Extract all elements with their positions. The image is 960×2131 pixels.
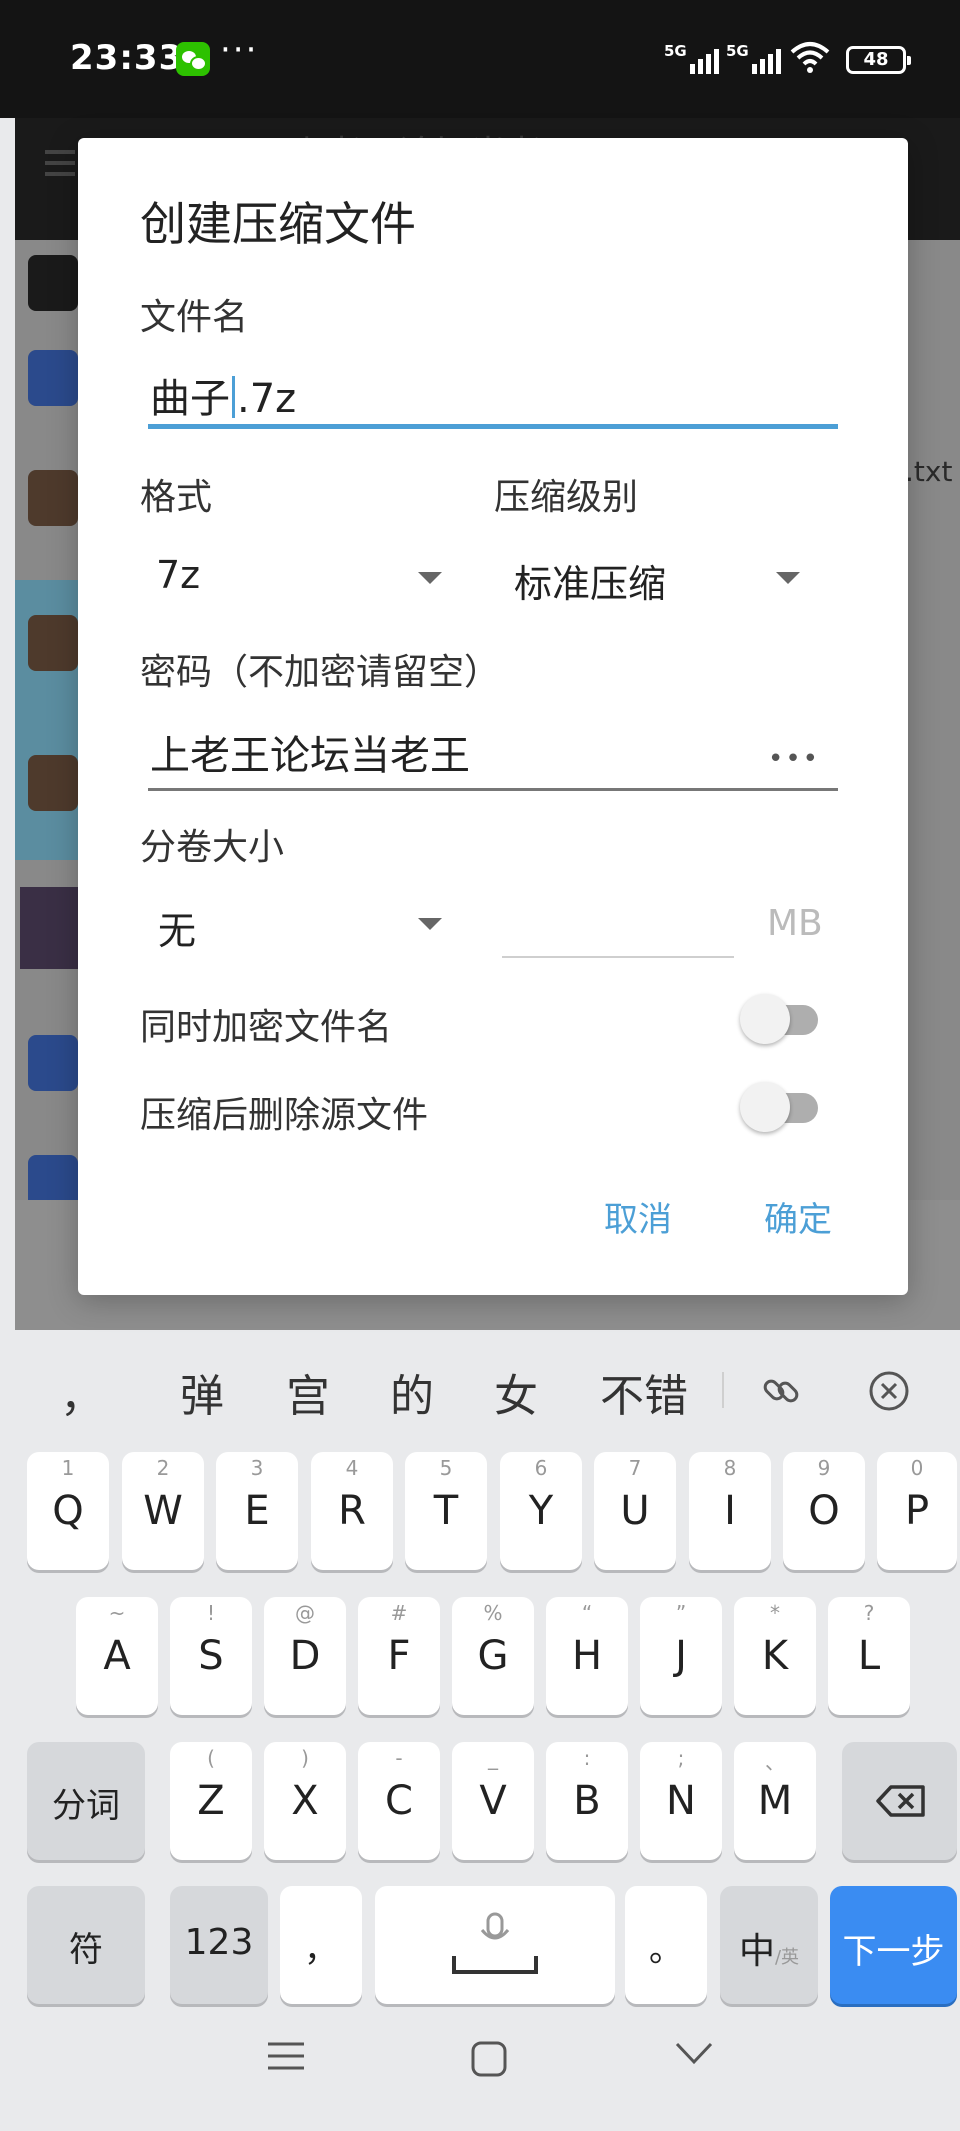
fenci-key[interactable]: 分词 (27, 1742, 145, 1860)
encrypt-filenames-toggle[interactable] (740, 994, 820, 1044)
key-x[interactable]: ) X (264, 1742, 346, 1860)
key-y[interactable]: 6Y (500, 1452, 582, 1570)
filename-input[interactable]: 曲子 .7z (150, 366, 296, 424)
format-select[interactable]: 7z (156, 553, 200, 597)
status-bar: 23:33 ··· 5G 5G 48 (0, 0, 960, 118)
key-j[interactable]: ” J (640, 1597, 722, 1715)
key-r[interactable]: 4R (311, 1452, 393, 1570)
level-dropdown-icon[interactable] (776, 572, 800, 584)
next-step-key[interactable]: 下一步 (830, 1886, 957, 2004)
candidate-separator (722, 1372, 724, 1408)
key-d[interactable]: @ D (264, 1597, 346, 1715)
split-size-label: 分卷大小 (140, 827, 285, 868)
password-underline (148, 788, 838, 791)
link-icon[interactable] (758, 1368, 804, 1414)
candidate-word[interactable]: 的 (390, 1360, 434, 1424)
filename-text-after-cursor: .7z (237, 376, 297, 422)
image-thumbnail (20, 887, 78, 969)
compression-level-select[interactable]: 标准压缩 (514, 553, 666, 608)
delete-source-label: 压缩后删除源文件 (140, 1095, 429, 1136)
format-dropdown-icon[interactable] (418, 572, 442, 584)
key-u[interactable]: 7U (594, 1452, 676, 1570)
key-h[interactable]: “H (546, 1597, 628, 1715)
key-e[interactable]: 3E (216, 1452, 298, 1570)
key-f[interactable]: # F (358, 1597, 440, 1715)
confirm-button[interactable]: 确定 (764, 1192, 832, 1241)
format-label: 格式 (140, 477, 213, 518)
key-k[interactable]: * K (734, 1597, 816, 1715)
cellular-signal-1-icon: 5G (664, 42, 726, 74)
filename-text-before-cursor: 曲子 (150, 376, 230, 422)
split-size-unit: MB (767, 903, 823, 944)
key-b[interactable]: :B (546, 1742, 628, 1860)
language-switch-key[interactable]: 中/英 (720, 1886, 818, 2004)
archive-icon (28, 470, 78, 526)
recents-menu-icon[interactable] (266, 2040, 306, 2076)
folder-icon (28, 255, 78, 311)
key-a[interactable]: ~ A (76, 1597, 158, 1715)
key-s[interactable]: ! S (170, 1597, 252, 1715)
candidate-word[interactable]: 不错 (600, 1360, 688, 1424)
key-p[interactable]: 0P (877, 1452, 957, 1570)
wechat-notification-icon (176, 42, 210, 76)
key-z[interactable]: (Z (170, 1742, 252, 1860)
close-candidates-icon[interactable] (866, 1368, 912, 1414)
document-icon (28, 350, 78, 406)
candidate-word[interactable]: 弹 (180, 1360, 224, 1424)
password-label: 密码（不加密请留空） (140, 652, 501, 693)
text-cursor (232, 376, 235, 418)
key-g[interactable]: % G (452, 1597, 534, 1715)
background-file-extension: .txt (905, 455, 953, 488)
key-q[interactable]: 1Q (27, 1452, 109, 1570)
battery-icon: 48 (846, 46, 911, 74)
backspace-icon (876, 1785, 925, 1817)
archive-icon (28, 755, 78, 811)
menu-icon (45, 150, 75, 180)
key-o[interactable]: 9O (783, 1452, 865, 1570)
dialog-title: 创建压缩文件 (140, 197, 416, 251)
key-t[interactable]: 5T (405, 1452, 487, 1570)
status-more-icon: ··· (220, 30, 259, 70)
key-m[interactable]: 、 M (734, 1742, 816, 1860)
lang-sub-label: /英 (774, 1947, 800, 1968)
encrypt-filenames-label: 同时加密文件名 (140, 1007, 393, 1048)
wifi-icon (790, 42, 830, 73)
archive-icon (28, 615, 78, 671)
password-visibility-icon[interactable]: ••• (768, 744, 820, 774)
microphone-icon (452, 1912, 538, 1974)
split-dropdown-icon[interactable] (418, 918, 442, 930)
key-l[interactable]: ? L (828, 1597, 910, 1715)
cellular-signal-2-icon: 5G (726, 42, 788, 74)
back-icon[interactable] (674, 2040, 714, 2072)
home-icon[interactable] (470, 2040, 508, 2082)
backspace-key[interactable] (842, 1742, 957, 1860)
period-key[interactable]: 。 (625, 1886, 707, 2004)
filename-label: 文件名 (140, 297, 249, 338)
key-v[interactable]: _ V (452, 1742, 534, 1860)
document-icon (28, 1035, 78, 1091)
candidate-word[interactable]: 宫 (286, 1360, 330, 1424)
network-type-1: 5G (664, 42, 687, 60)
split-size-input[interactable] (502, 956, 734, 958)
create-archive-dialog: 创建压缩文件 文件名 曲子 .7z 格式 压缩级别 7z 标准压缩 密码（不加密请… (78, 138, 908, 1295)
candidate-word[interactable]: 女 (494, 1360, 538, 1424)
filename-underline (148, 424, 838, 429)
numbers-key[interactable]: 123 (170, 1886, 268, 2004)
symbols-key[interactable]: 符 (27, 1886, 145, 2004)
status-time: 23:33 (70, 38, 184, 78)
password-input[interactable]: 上老王论坛当老王 (150, 723, 470, 781)
cancel-button[interactable]: 取消 (604, 1192, 672, 1241)
key-n[interactable]: ; N (640, 1742, 722, 1860)
compression-level-label: 压缩级别 (494, 477, 639, 518)
network-type-2: 5G (726, 42, 749, 60)
lang-main-label: 中 (738, 1931, 775, 1972)
key-w[interactable]: 2W (122, 1452, 204, 1570)
comma-key[interactable]: ， (280, 1886, 362, 2004)
space-key[interactable] (375, 1886, 615, 2004)
split-size-select[interactable]: 无 (158, 900, 196, 955)
candidate-comma[interactable]: ， (60, 1360, 104, 1424)
key-i[interactable]: 8I (689, 1452, 771, 1570)
key-c[interactable]: -C (358, 1742, 440, 1860)
delete-source-toggle[interactable] (740, 1082, 820, 1132)
